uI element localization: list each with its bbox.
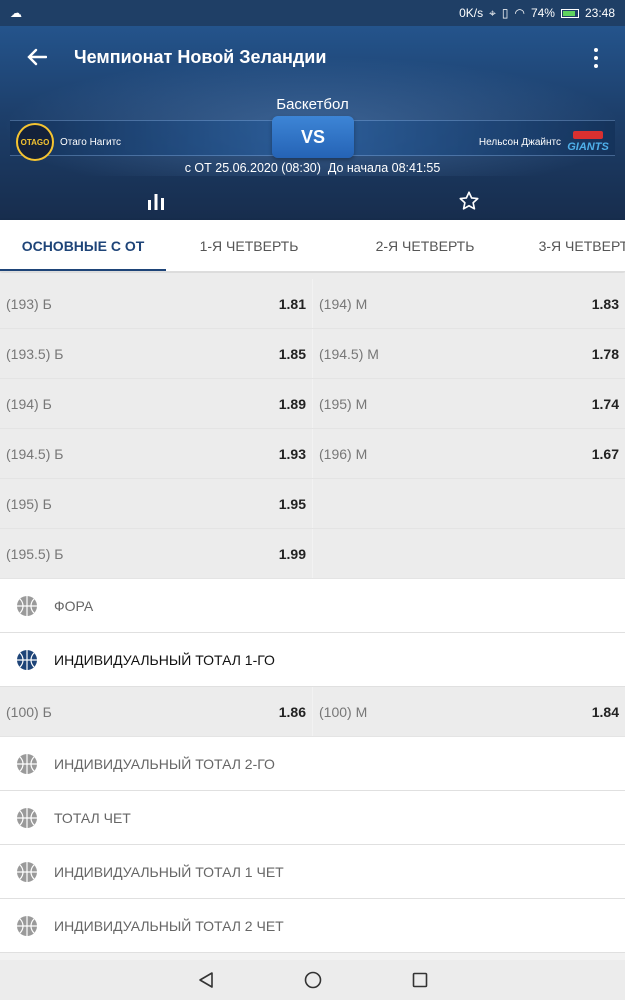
odds-row: (193.5) Б 1.85 (194.5) М 1.78 (0, 329, 625, 379)
section-title: ИНДИВИДУАЛЬНЫЙ ТОТАЛ 2 ЧЕТ (54, 917, 284, 934)
clock: 23:48 (584, 6, 615, 20)
tab-quarter-2[interactable]: 2-Я ЧЕТВЕРТЬ (332, 220, 518, 271)
section-title: ИНДИВИДУАЛЬНЫЙ ТОТАЛ 1-ГО (54, 651, 275, 668)
odds-under[interactable]: (194) М 1.83 (313, 279, 625, 328)
section-ind-total-2-chet[interactable]: ИНДИВИДУАЛЬНЫЙ ТОТАЛ 2 ЧЕТ (0, 899, 625, 953)
section-ind-total-2[interactable]: ИНДИВИДУАЛЬНЫЙ ТОТАЛ 2-ГО (0, 737, 625, 791)
wifi-icon: ◠ (514, 6, 525, 20)
odds-row: (100) Б 1.86 (100) М 1.84 (0, 687, 625, 737)
match-countdown: До начала 08:41:55 (327, 161, 441, 175)
cloud-icon: ☁ (10, 6, 22, 20)
odds-row: (194) Б 1.89 (195) М 1.74 (0, 379, 625, 429)
odds-row: (194.5) Б 1.93 (196) М 1.67 (0, 429, 625, 479)
tab-quarter-1[interactable]: 1-Я ЧЕТВЕРТЬ (166, 220, 332, 271)
match-time: с ОТ 25.06.2020 (08:30) До начала 08:41:… (0, 161, 625, 175)
basketball-icon (17, 861, 37, 882)
section-total-chet[interactable]: ТОТАЛ ЧЕТ (0, 791, 625, 845)
odds-under[interactable]: (196) М 1.67 (313, 429, 625, 478)
odds-under[interactable]: (194.5) М 1.78 (313, 329, 625, 378)
vibrate-icon: ▯ (501, 6, 509, 20)
section-title: ФОРА (54, 597, 94, 614)
basketball-icon (17, 915, 37, 936)
basketball-icon (17, 753, 37, 774)
basketball-icon (17, 595, 37, 616)
recents-square-icon[interactable] (412, 972, 428, 988)
odds-over[interactable]: (100) Б 1.86 (0, 687, 312, 736)
tab-quarter-3[interactable]: 3-Я ЧЕТВЕРТЬ (518, 220, 625, 271)
odds-over[interactable]: (195.5) Б 1.99 (0, 529, 312, 578)
battery-icon (560, 8, 579, 18)
sport-label: Баскетбол (276, 96, 349, 113)
back-button[interactable] (0, 26, 74, 88)
odds-under[interactable]: (195) М 1.74 (313, 379, 625, 428)
team2-logo: GIANTS (567, 123, 609, 161)
odds-empty (313, 479, 625, 528)
odds-empty (313, 529, 625, 578)
odds-row: (195.5) Б 1.99 (0, 529, 625, 579)
odds-over[interactable]: (195) Б 1.95 (0, 479, 312, 528)
section-title: ТОТАЛ ЧЕТ (54, 809, 131, 826)
odds-over[interactable]: (193.5) Б 1.85 (0, 329, 312, 378)
section-title: ИНДИВИДУАЛЬНЫЙ ТОТАЛ 2-ГО (54, 755, 275, 772)
odds-over[interactable]: (194) Б 1.89 (0, 379, 312, 428)
basketball-icon (17, 649, 37, 670)
odds-over[interactable]: (193) Б 1.81 (0, 279, 312, 328)
section-fora[interactable]: ФОРА (0, 579, 625, 633)
match-header: Чемпионат Новой Зеландии Баскетбол OTAGO… (0, 26, 625, 220)
arrow-left-icon (27, 48, 47, 66)
markets-list: (193) Б 1.81 (194) М 1.83 (193.5) Б 1.85 (1… (0, 273, 625, 953)
toolbar: Чемпионат Новой Зеландии (0, 26, 625, 88)
bar-chart-icon[interactable] (146, 192, 166, 210)
page-title: Чемпионат Новой Зеландии (74, 46, 327, 67)
home-circle-icon[interactable] (304, 971, 322, 989)
tab-bar: ОСНОВНЫЕ С ОТ 1-Я ЧЕТВЕРТЬ 2-Я ЧЕТВЕРТЬ … (0, 220, 625, 272)
team1-logo: OTAGO (16, 123, 54, 161)
odds-over[interactable]: (194.5) Б 1.93 (0, 429, 312, 478)
team2-name: Нельсон Джайнтс (478, 136, 561, 148)
basketball-icon (17, 807, 37, 828)
status-bar: ☁ 0K/s ⌖ ▯ ◠ 74% 23:48 (0, 0, 625, 26)
system-nav-bar (0, 960, 625, 1000)
team1: OTAGO Отаго Нагитс (16, 123, 121, 161)
section-ind-total-1[interactable]: ИНДИВИДУАЛЬНЫЙ ТОТАЛ 1-ГО (0, 633, 625, 687)
section-title: ИНДИВИДУАЛЬНЫЙ ТОТАЛ 1 ЧЕТ (54, 863, 284, 880)
more-menu-icon[interactable] (593, 48, 599, 68)
network-speed: 0K/s (459, 6, 484, 20)
tab-main-ot[interactable]: ОСНОВНЫЕ С ОТ (0, 220, 166, 271)
team2: Нельсон Джайнтс GIANTS (479, 123, 609, 161)
team1-name: Отаго Нагитс (60, 136, 122, 148)
back-triangle-icon[interactable] (198, 971, 214, 989)
odds-row: (193) Б 1.81 (194) М 1.83 (0, 279, 625, 329)
star-icon[interactable] (458, 190, 480, 212)
odds-under[interactable]: (100) М 1.84 (313, 687, 625, 736)
vs-badge: VS (272, 116, 354, 158)
location-icon: ⌖ (489, 5, 496, 20)
odds-row: (195) Б 1.95 (0, 479, 625, 529)
section-ind-total-1-chet[interactable]: ИНДИВИДУАЛЬНЫЙ ТОТАЛ 1 ЧЕТ (0, 845, 625, 899)
match-start: с ОТ 25.06.2020 (08:30) (184, 161, 321, 175)
battery-percent: 74% (530, 6, 555, 20)
